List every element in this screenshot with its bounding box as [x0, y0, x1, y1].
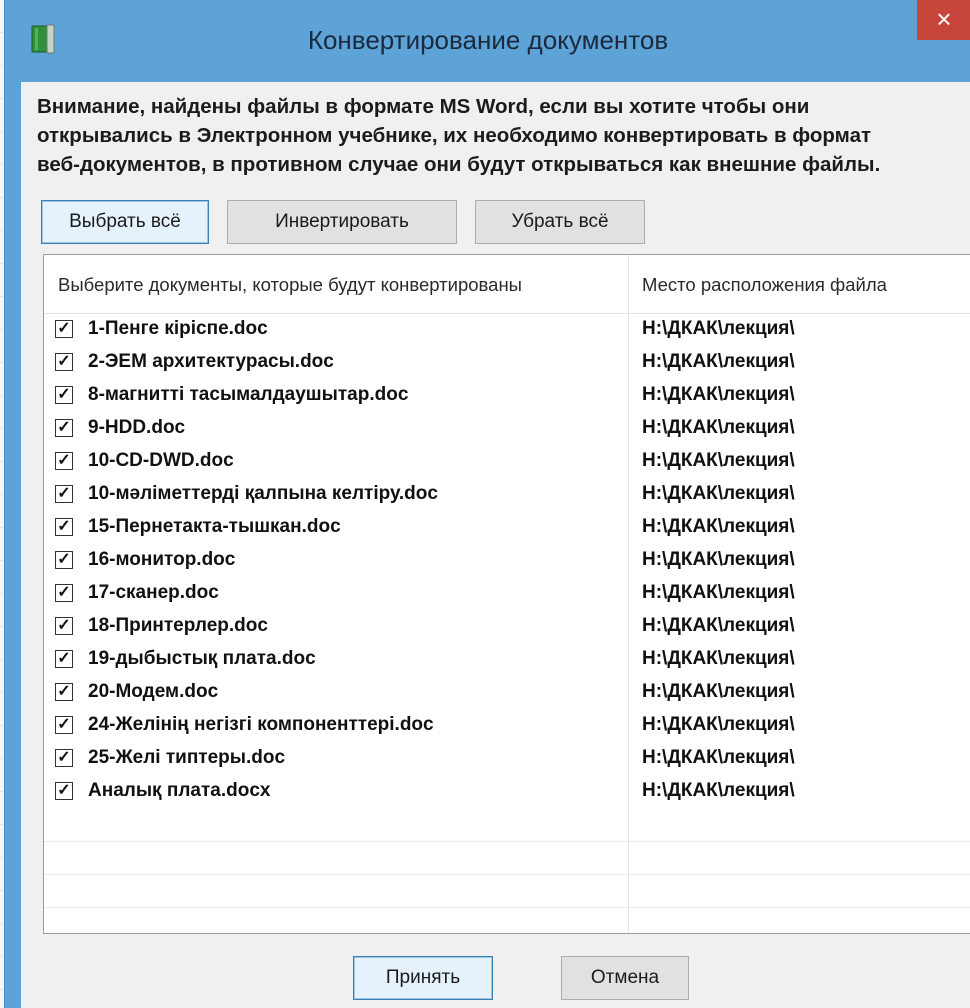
table-row[interactable]: ✓ 20-Модем.doc H:\ДКАК\лекция\ [44, 676, 970, 709]
row-checkbox[interactable]: ✓ [55, 551, 73, 569]
row-checkbox[interactable]: ✓ [55, 320, 73, 338]
file-name: 24-Желінің негізгі компоненттері.doc [88, 714, 434, 735]
row-checkbox[interactable]: ✓ [55, 749, 73, 767]
file-location: H:\ДКАК\лекция\ [642, 615, 795, 636]
table-row[interactable]: ✓ 15-Пернетакта-тышкан.doc H:\ДКАК\лекция\ [44, 511, 970, 544]
file-name: 25-Желі типтеры.doc [88, 747, 286, 768]
documents-list[interactable]: Выберите документы, которые будут конвер… [43, 254, 970, 934]
warning-line: Внимание, найдены файлы в формате MS Wor… [37, 95, 810, 118]
column-header-documents[interactable]: Выберите документы, которые будут конвер… [58, 274, 522, 296]
row-checkbox[interactable]: ✓ [55, 617, 73, 635]
file-location: H:\ДКАК\лекция\ [642, 351, 795, 372]
column-header-location[interactable]: Место расположения файла [642, 274, 887, 296]
file-name: 16-монитор.doc [88, 549, 236, 570]
file-location: H:\ДКАК\лекция\ [642, 516, 795, 537]
row-checkbox[interactable]: ✓ [55, 650, 73, 668]
file-name: 9-HDD.doc [88, 417, 186, 438]
empty-row [44, 874, 970, 908]
row-checkbox[interactable]: ✓ [55, 353, 73, 371]
warning-line: открывались в Электронном учебнике, их н… [37, 124, 872, 147]
file-name: 10-CD-DWD.doc [88, 450, 234, 471]
select-all-button[interactable]: Выбрать всё [41, 200, 209, 244]
table-row[interactable]: ✓ 19-дыбыстық плата.doc H:\ДКАК\лекция\ [44, 643, 970, 676]
row-checkbox[interactable]: ✓ [55, 386, 73, 404]
table-row[interactable]: ✓ 8-магнитті тасымалдаушытар.doc H:\ДКАК\л… [44, 379, 970, 412]
table-row[interactable]: ✓ 10-мәліметтерді қалпына келтіру.doc H:\Д… [44, 478, 970, 511]
file-name: 8-магнитті тасымалдаушытар.doc [88, 384, 409, 405]
row-checkbox[interactable]: ✓ [55, 419, 73, 437]
file-name: 15-Пернетакта-тышкан.doc [88, 516, 341, 537]
file-name: 1-Пенге кіріспе.doc [88, 318, 268, 339]
row-checkbox[interactable]: ✓ [55, 452, 73, 470]
empty-row [44, 808, 970, 842]
title-bar[interactable]: Конвертирование документов × [5, 0, 970, 82]
dialog-client-area: Внимание, найдены файлы в формате MS Wor… [21, 82, 970, 1008]
deselect-all-button[interactable]: Убрать всё [475, 200, 645, 244]
invert-button[interactable]: Инвертировать [227, 200, 457, 244]
table-row[interactable]: ✓ 24-Желінің негізгі компоненттері.doc H:\… [44, 709, 970, 742]
cancel-button[interactable]: Отмена [561, 956, 689, 1000]
file-location: H:\ДКАК\лекция\ [642, 648, 795, 669]
file-location: H:\ДКАК\лекция\ [642, 747, 795, 768]
table-row[interactable]: ✓ 1-Пенге кіріспе.doc H:\ДКАК\лекция\ [44, 313, 970, 346]
row-checkbox[interactable]: ✓ [55, 518, 73, 536]
list-header: Выберите документы, которые будут конвер… [44, 255, 970, 314]
file-name: 19-дыбыстық плата.doc [88, 648, 316, 669]
row-checkbox[interactable]: ✓ [55, 716, 73, 734]
table-row[interactable]: ✓ 9-HDD.doc H:\ДКАК\лекция\ [44, 412, 970, 445]
empty-row [44, 841, 970, 875]
table-row[interactable]: ✓ 10-CD-DWD.doc H:\ДКАК\лекция\ [44, 445, 970, 478]
close-icon: × [936, 4, 952, 34]
warning-message: Внимание, найдены файлы в формате MS Wor… [37, 92, 967, 179]
file-location: H:\ДКАК\лекция\ [642, 384, 795, 405]
table-row[interactable]: ✓ 25-Желі типтеры.doc H:\ДКАК\лекция\ [44, 742, 970, 775]
file-location: H:\ДКАК\лекция\ [642, 483, 795, 504]
file-name: 10-мәліметтерді қалпына келтіру.doc [88, 483, 438, 504]
file-name: 17-сканер.doc [88, 582, 219, 603]
table-row[interactable]: ✓ Аналық плата.docx H:\ДКАК\лекция\ [44, 775, 970, 808]
table-row[interactable]: ✓ 18-Принтерлер.doc H:\ДКАК\лекция\ [44, 610, 970, 643]
file-location: H:\ДКАК\лекция\ [642, 714, 795, 735]
file-location: H:\ДКАК\лекция\ [642, 780, 795, 801]
table-row[interactable]: ✓ 17-сканер.doc H:\ДКАК\лекция\ [44, 577, 970, 610]
file-location: H:\ДКАК\лекция\ [642, 318, 795, 339]
row-checkbox[interactable]: ✓ [55, 782, 73, 800]
file-name: 18-Принтерлер.doc [88, 615, 268, 636]
file-location: H:\ДКАК\лекция\ [642, 681, 795, 702]
file-name: 20-Модем.doc [88, 681, 219, 702]
table-row[interactable]: ✓ 16-монитор.doc H:\ДКАК\лекция\ [44, 544, 970, 577]
row-checkbox[interactable]: ✓ [55, 584, 73, 602]
row-checkbox[interactable]: ✓ [55, 485, 73, 503]
file-name: 2-ЭЕМ архитектурасы.doc [88, 351, 334, 372]
row-checkbox[interactable]: ✓ [55, 683, 73, 701]
file-location: H:\ДКАК\лекция\ [642, 417, 795, 438]
dialog-window: Конвертирование документов × Внимание, н… [4, 0, 970, 1008]
warning-line: веб-документов, в противном случае они б… [37, 153, 881, 176]
window-title: Конвертирование документов [307, 25, 669, 55]
file-location: H:\ДКАК\лекция\ [642, 549, 795, 570]
accept-button[interactable]: Принять [353, 956, 493, 1000]
table-row[interactable]: ✓ 2-ЭЕМ архитектурасы.doc H:\ДКАК\лекция\ [44, 346, 970, 379]
file-location: H:\ДКАК\лекция\ [642, 450, 795, 471]
file-name: Аналық плата.docx [88, 780, 271, 801]
empty-row [44, 907, 970, 933]
close-button[interactable]: × [917, 0, 970, 40]
file-location: H:\ДКАК\лекция\ [642, 582, 795, 603]
